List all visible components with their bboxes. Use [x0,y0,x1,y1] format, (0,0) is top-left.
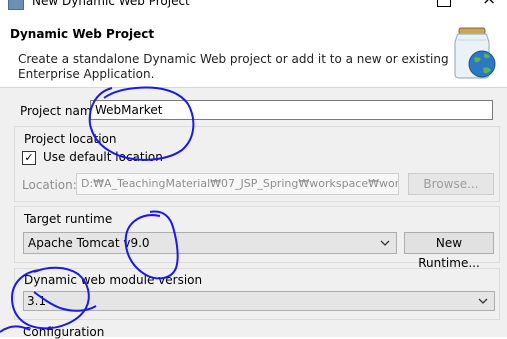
module-version-select[interactable]: 3.1 [23,291,495,311]
wizard-description-line1: Create a standalone Dynamic Web project … [18,52,449,66]
close-button[interactable]: × [482,0,496,8]
project-location-group: Project location ✓ Use default location … [14,126,500,202]
use-default-location-label[interactable]: Use default location [43,150,163,164]
window-icon [8,0,24,10]
title-bar: New Dynamic Web Project × [0,0,507,14]
use-default-location-checkbox[interactable]: ✓ [22,151,36,165]
location-input: D:₩A_TeachingMaterial₩07_JSP_Spring₩work… [76,173,399,195]
module-version-title: Dynamic web module version [24,273,203,287]
chevron-down-icon [380,240,390,246]
maximize-button[interactable] [437,0,451,7]
wizard-content: Project name: Project location ✓ Use def… [0,88,507,339]
target-runtime-group: Target runtime Apache Tomcat v9.0 New Ru… [14,206,500,270]
browse-button: Browse... [408,173,494,195]
wizard-description-line2: Enterprise Application. [18,67,155,81]
web-project-jar-icon [454,27,496,79]
target-runtime-value: Apache Tomcat v9.0 [28,236,150,250]
target-runtime-select[interactable]: Apache Tomcat v9.0 [23,232,397,254]
window-title: New Dynamic Web Project [32,0,190,8]
new-runtime-button[interactable]: New Runtime... [404,232,494,270]
project-location-title: Project location [24,132,117,146]
wizard-banner: Dynamic Web Project Create a standalone … [0,14,507,88]
project-name-input[interactable] [90,100,493,120]
chevron-down-icon [478,298,488,304]
wizard-title: Dynamic Web Project [10,27,155,41]
wizard-description: Create a standalone Dynamic Web project … [18,52,449,82]
module-version-group: Dynamic web module version 3.1 [14,268,500,320]
location-label: Location: [22,178,77,192]
module-version-value: 3.1 [27,294,47,308]
target-runtime-title: Target runtime [24,212,113,226]
